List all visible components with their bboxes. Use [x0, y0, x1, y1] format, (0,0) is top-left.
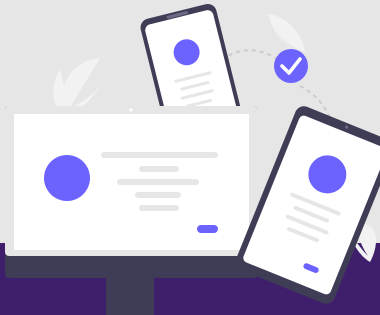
check-circle-icon — [274, 49, 308, 83]
monitor-line-5 — [139, 205, 179, 211]
monitor-line-3 — [117, 179, 199, 185]
monitor-line-4 — [135, 192, 181, 198]
monitor-line-1 — [101, 152, 218, 158]
monitor-action-button — [197, 225, 218, 233]
monitor-avatar — [44, 155, 90, 201]
monitor-line-2 — [139, 166, 179, 172]
devices-illustration — [0, 0, 380, 315]
monitor-camera — [129, 108, 133, 112]
